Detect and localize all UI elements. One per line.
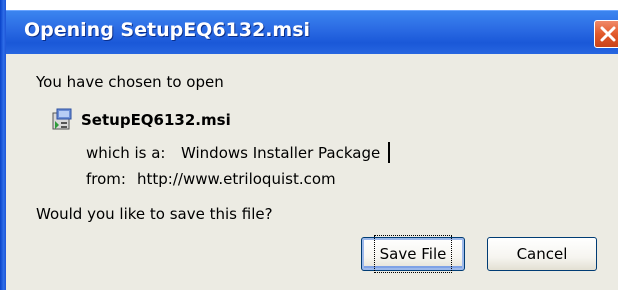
file-type-label: which is a: bbox=[86, 144, 166, 162]
download-dialog: Opening SetupEQ6132.msi You have chosen … bbox=[0, 0, 618, 290]
cancel-label: Cancel bbox=[516, 245, 568, 263]
save-file-button[interactable]: Save File bbox=[361, 235, 465, 273]
intro-text: You have chosen to open bbox=[36, 73, 224, 91]
window-title: Opening SetupEQ6132.msi bbox=[24, 19, 311, 41]
close-icon bbox=[600, 26, 616, 42]
save-file-label: Save File bbox=[373, 235, 453, 273]
frame-top-strip bbox=[0, 0, 618, 10]
msi-package-icon bbox=[52, 108, 72, 130]
file-source-label: from: bbox=[86, 170, 126, 188]
close-button[interactable] bbox=[594, 20, 618, 48]
save-question: Would you like to save this file? bbox=[36, 205, 273, 223]
file-source-url: http://www.etriloquist.com bbox=[137, 170, 336, 188]
file-type-value: Windows Installer Package bbox=[181, 144, 381, 162]
text-cursor bbox=[388, 142, 390, 163]
file-name: SetupEQ6132.msi bbox=[81, 111, 231, 129]
cancel-button[interactable]: Cancel bbox=[487, 237, 597, 271]
title-bar[interactable]: Opening SetupEQ6132.msi bbox=[6, 10, 618, 54]
